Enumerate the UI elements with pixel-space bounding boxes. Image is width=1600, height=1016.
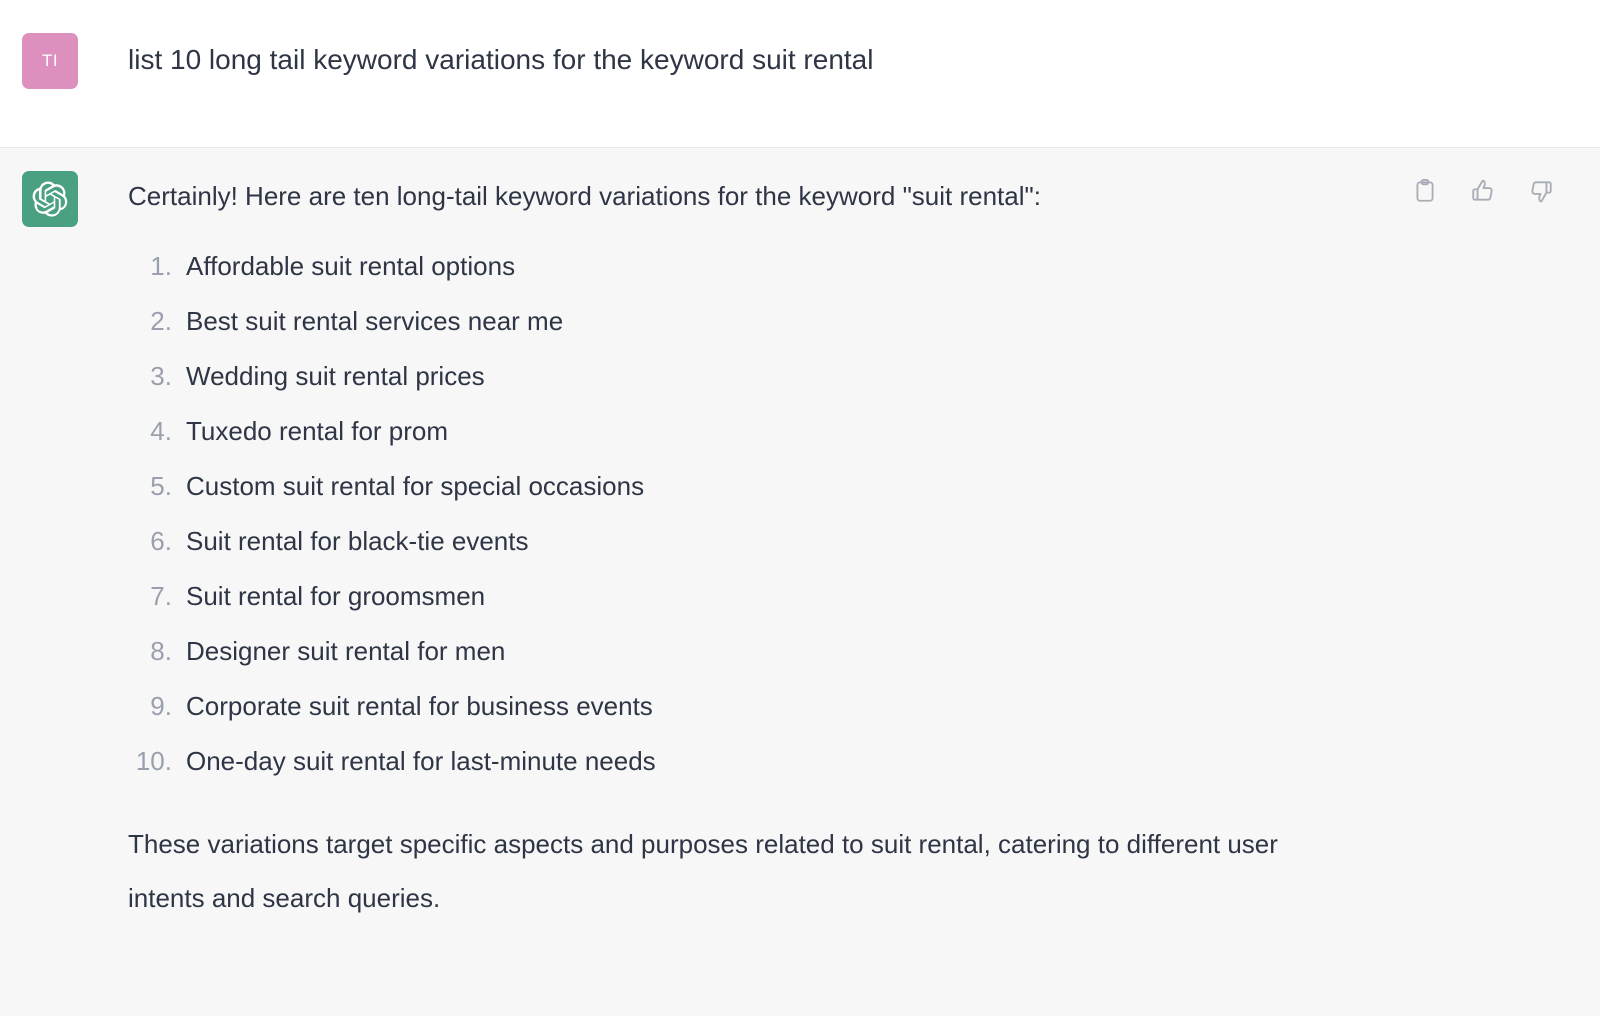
list-item: Wedding suit rental prices — [128, 361, 485, 392]
copy-clipboard-icon — [1412, 178, 1438, 204]
list-item: Custom suit rental for special occasions — [128, 471, 645, 502]
avatar-initials: TI — [42, 51, 58, 70]
assistant-message-turn: Certainly! Here are ten long-tail keywor… — [0, 148, 1600, 1016]
thumbs-up-icon — [1470, 178, 1496, 204]
copy-button[interactable] — [1410, 176, 1440, 206]
list-item: Best suit rental services near me — [128, 306, 564, 337]
thumbs-down-button[interactable] — [1526, 176, 1556, 206]
list-item: Suit rental for black-tie events — [128, 526, 529, 557]
list-item: Tuxedo rental for prom — [128, 416, 449, 447]
list-item: Designer suit rental for men — [128, 636, 506, 667]
chatgpt-logo-icon — [32, 181, 68, 217]
user-message-body: list 10 long tail keyword variations for… — [80, 33, 1578, 89]
avatar: TI — [22, 33, 78, 89]
assistant-message-body: Certainly! Here are ten long-tail keywor… — [80, 171, 1578, 925]
user-message-text: list 10 long tail keyword variations for… — [128, 44, 874, 75]
assistant-intro-text: Certainly! Here are ten long-tail keywor… — [128, 181, 1041, 211]
user-avatar-column: TI — [22, 33, 80, 89]
user-message-turn: TI list 10 long tail keyword variations … — [0, 0, 1600, 148]
avatar — [22, 171, 78, 227]
assistant-content: Certainly! Here are ten long-tail keywor… — [80, 171, 1578, 925]
assistant-outro-text: These variations target specific aspects… — [128, 829, 1278, 913]
list-item: Corporate suit rental for business event… — [128, 691, 653, 722]
keyword-list: Affordable suit rental options Best suit… — [128, 251, 1398, 777]
assistant-avatar-column — [22, 171, 80, 925]
thumbs-down-icon — [1528, 178, 1554, 204]
list-item: Affordable suit rental options — [128, 251, 516, 282]
message-actions — [1410, 176, 1556, 206]
conversation-thread: TI list 10 long tail keyword variations … — [0, 0, 1600, 1016]
list-item: Suit rental for groomsmen — [128, 581, 486, 612]
thumbs-up-button[interactable] — [1468, 176, 1498, 206]
list-item: One-day suit rental for last-minute need… — [128, 746, 656, 777]
